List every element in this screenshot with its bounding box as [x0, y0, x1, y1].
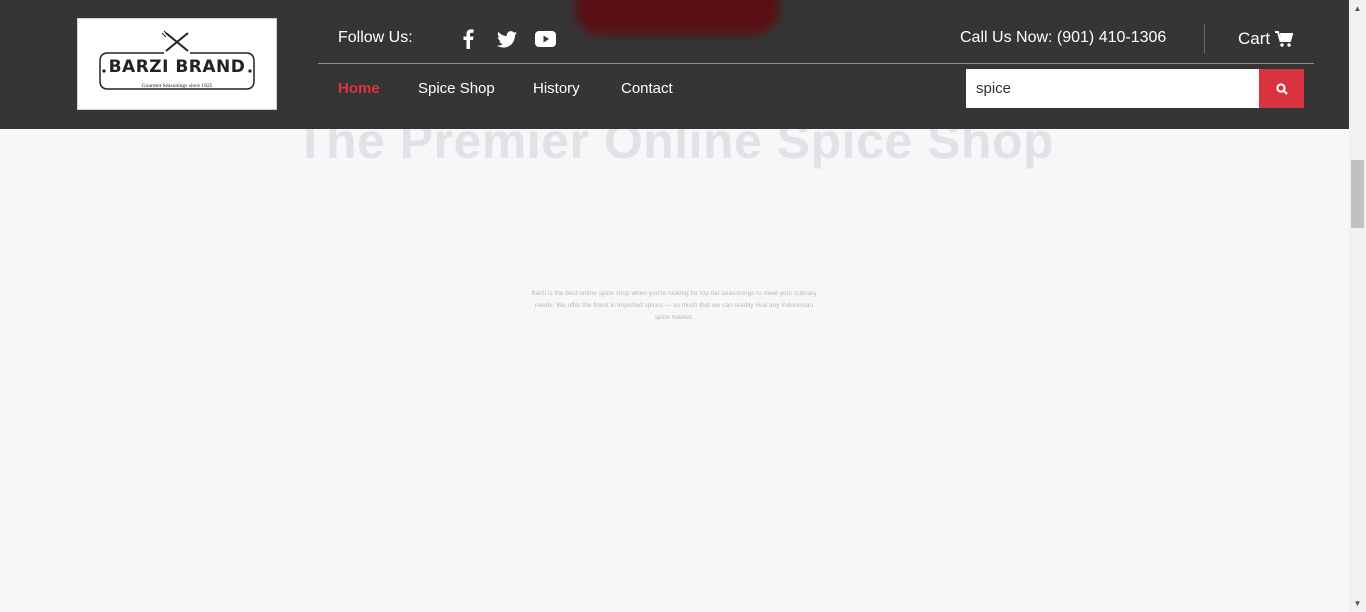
- cart-button[interactable]: Cart: [1238, 29, 1294, 49]
- cart-label: Cart: [1238, 29, 1271, 48]
- nav-home[interactable]: Home: [338, 80, 380, 97]
- brand-tagline: Gourmet Seasonings since 1925: [141, 83, 213, 89]
- search-button[interactable]: [1259, 69, 1304, 108]
- brand-logo[interactable]: BARZI BRAND Gourmet Seasonings since 192…: [77, 18, 277, 110]
- scroll-thumb[interactable]: [1351, 160, 1364, 228]
- scroll-down-arrow-icon[interactable]: ▼: [1349, 595, 1366, 612]
- nav-history[interactable]: History: [533, 80, 580, 97]
- call-us-phone[interactable]: Call Us Now: (901) 410-1306: [960, 29, 1166, 47]
- nav-spice-shop[interactable]: Spice Shop: [418, 80, 495, 97]
- hero-description: Barzi is the best online spice shop when…: [531, 290, 817, 321]
- nav-contact[interactable]: Contact: [621, 80, 673, 97]
- header-separator-line: [318, 63, 1314, 64]
- brand-name: BARZI BRAND: [108, 57, 246, 77]
- youtube-icon[interactable]: [535, 28, 556, 50]
- hero-button-blurred: [575, 0, 780, 35]
- twitter-icon[interactable]: [497, 28, 517, 50]
- follow-us-label: Follow Us:: [338, 29, 413, 46]
- facebook-icon[interactable]: [462, 28, 474, 50]
- search-input[interactable]: [966, 69, 1259, 108]
- page-scrollbar[interactable]: ▲ ▼: [1349, 0, 1366, 612]
- cart-icon: [1275, 31, 1294, 47]
- scroll-up-arrow-icon[interactable]: ▲: [1349, 0, 1366, 17]
- header-divider: [1204, 24, 1205, 53]
- search-icon: [1275, 82, 1288, 95]
